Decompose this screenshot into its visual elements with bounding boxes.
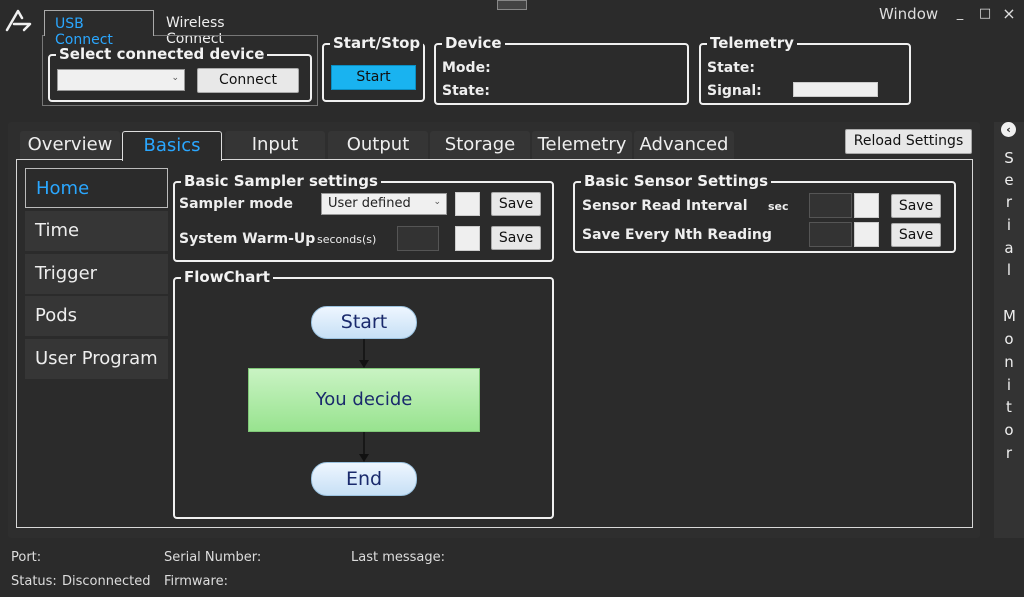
sampler-mode-select[interactable]: User defined ⌄ [321,193,447,215]
serial-monitor-letter: l [1006,261,1012,279]
serial-monitor-letter: i [1006,216,1012,234]
sampler-mode-save-button[interactable]: Save [491,192,541,216]
minimize-button[interactable]: _ [953,6,967,21]
telemetry-signal-label: Signal: [707,83,762,99]
sensor-interval-save-button[interactable]: Save [891,194,941,218]
chevron-down-icon: ⌄ [433,197,441,207]
sensor-nth-label: Save Every Nth Reading [582,227,772,243]
serial-monitor-letter: i [1006,376,1012,394]
firmware-label: Firmware: [164,574,228,589]
tab-overview[interactable]: Overview [20,131,120,159]
status-label: Status: [11,574,57,589]
reload-settings-button[interactable]: Reload Settings [845,129,972,154]
sampler-title: Basic Sampler settings [181,172,381,190]
serial-monitor-letter: a [1004,239,1014,257]
flowchart-end-node: End [311,462,417,496]
sensor-interval-indicator [854,193,879,218]
device-title: Device [442,34,505,52]
sensor-interval-input[interactable] [809,193,852,218]
sampler-mode-indicator [455,192,480,216]
serial-monitor-letter: S [1004,149,1014,167]
serial-monitor-letter: o [1004,330,1014,348]
sidebar-item-home[interactable]: Home [25,168,168,208]
connect-button[interactable]: Connect [197,68,299,93]
tab-wireless-connect[interactable]: Wireless Connect [156,10,296,47]
telemetry-state-label: State: [707,60,756,76]
signal-indicator [793,82,878,97]
chevron-down-icon: ⌄ [171,73,179,83]
telemetry-title: Telemetry [707,34,797,52]
sampler-mode-value: User defined [328,196,411,211]
warmup-unit: seconds(s) [317,233,377,246]
tab-input[interactable]: Input [225,131,325,159]
tab-storage[interactable]: Storage [430,131,530,159]
device-select[interactable]: ⌄ [57,69,185,91]
warmup-label: System Warm-Up [179,231,316,247]
sidebar-item-pods[interactable]: Pods [25,296,168,336]
serial-monitor-letter: r [1005,444,1013,462]
serial-monitor-letter: t [1006,398,1012,416]
startstop-title: Start/Stop [330,34,424,52]
status-value: Disconnected [62,574,151,589]
sidebar-item-time[interactable]: Time [25,211,168,251]
start-button[interactable]: Start [331,65,416,90]
sidebar-item-trigger[interactable]: Trigger [25,254,168,294]
flowchart-start-node: Start [311,306,417,339]
tab-output[interactable]: Output [328,131,428,159]
warmup-save-button[interactable]: Save [491,226,541,250]
sensor-nth-indicator [854,222,879,247]
serial-number-label: Serial Number: [164,550,262,565]
warmup-input[interactable] [397,226,439,251]
app-logo-icon [5,9,32,32]
serial-monitor-letter: o [1004,421,1014,439]
serial-monitor-letter: r [1005,193,1013,211]
device-mode-label: Mode: [442,60,491,76]
sampler-mode-label: Sampler mode [179,196,293,212]
chevron-left-icon[interactable]: ‹ [1001,122,1016,137]
serial-monitor-letter: n [1004,353,1014,371]
window-title: Window [879,5,939,23]
last-message-label: Last message: [351,550,446,565]
window-drag-handle[interactable] [497,0,527,10]
sensor-nth-save-button[interactable]: Save [891,223,941,247]
tab-basics[interactable]: Basics [122,131,222,161]
sidebar-item-user-program[interactable]: User Program [25,339,168,379]
tab-usb-connect[interactable]: USB Connect [44,10,154,48]
tab-advanced[interactable]: Advanced [634,131,734,159]
maximize-button[interactable]: □ [978,6,992,21]
status-port-label: Port: [11,550,42,565]
close-button[interactable]: × [1002,4,1016,23]
sensor-interval-label: Sensor Read Interval [582,198,748,214]
flowchart-decide-node: You decide [248,368,480,432]
sensor-nth-input[interactable] [809,222,852,247]
warmup-indicator [455,226,480,251]
serial-monitor-letter: e [1004,171,1014,189]
sensor-title: Basic Sensor Settings [581,172,772,190]
serial-monitor-letter: M [1003,307,1016,325]
sensor-interval-unit: sec [768,200,789,213]
tab-telemetry[interactable]: Telemetry [532,131,632,159]
device-state-label: State: [442,83,491,99]
